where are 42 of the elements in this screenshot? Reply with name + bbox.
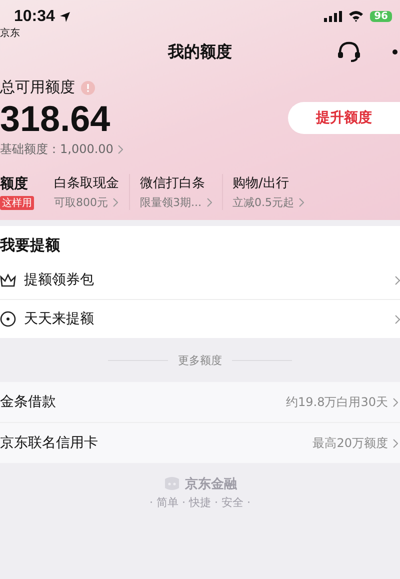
tab-title: 购物/出行: [232, 175, 290, 192]
base-limit-link[interactable]: 基础额度：1,000.00: [0, 141, 114, 158]
wifi-icon: [348, 10, 364, 22]
headset-icon[interactable]: [336, 41, 362, 63]
location-arrow-icon: [58, 11, 71, 23]
chevron-icon: [206, 198, 212, 207]
available-limit-label: 总可用额度: [0, 78, 75, 97]
tab-title: 微信打白条: [140, 175, 206, 192]
limit-item[interactable]: 京东联名信用卡 最高20万额度: [0, 422, 400, 463]
crown-icon: [0, 273, 16, 287]
chevron-icon: [113, 198, 118, 207]
available-amount: 318.64: [0, 97, 112, 141]
feature-tab[interactable]: 白条取现金 可取800元: [44, 174, 129, 210]
more-icon[interactable]: [392, 49, 398, 55]
raise-item[interactable]: 天天来提额: [0, 299, 400, 338]
raise-limit-button[interactable]: 提升额度: [288, 102, 400, 134]
section-title: 我要提额: [0, 235, 61, 256]
back-to-app-link[interactable]: 京东: [0, 26, 71, 40]
chevron-icon: [395, 276, 400, 284]
chevron-icon: [118, 145, 124, 154]
status-time: 10:34: [14, 8, 55, 26]
chevron-icon: [299, 198, 304, 207]
feature-tab[interactable]: 微信打白条 限量领3期...: [129, 174, 222, 210]
more-limits-heading: 更多额度: [178, 352, 222, 368]
limit-item[interactable]: 金条借款 约19.8万白用30天: [0, 382, 400, 422]
signal-icon: [324, 10, 342, 22]
battery-indicator: 96: [370, 10, 392, 22]
brand-slogan: · 简单 · 快捷 · 安全 ·: [150, 495, 250, 510]
tab-subtitle: 限量领3期...: [140, 195, 202, 210]
chevron-icon: [393, 438, 398, 448]
chevron-icon: [393, 398, 398, 406]
chevron-icon: [395, 314, 400, 324]
brand-logo-icon: [163, 476, 181, 492]
tab-subtitle: 立减0.5元起: [232, 195, 294, 210]
tab-badge: 这样用: [0, 196, 34, 210]
brand-name: 京东金融: [185, 476, 237, 493]
target-icon: [0, 311, 16, 327]
raise-item[interactable]: 提额领券包: [0, 261, 400, 299]
tab-subtitle: 可取800元: [54, 195, 108, 210]
feature-tab[interactable]: 购物/出行 立减0.5元起: [222, 174, 314, 210]
tab-title: 白条取现金: [54, 175, 119, 192]
page-title: 我的额度: [168, 42, 232, 62]
